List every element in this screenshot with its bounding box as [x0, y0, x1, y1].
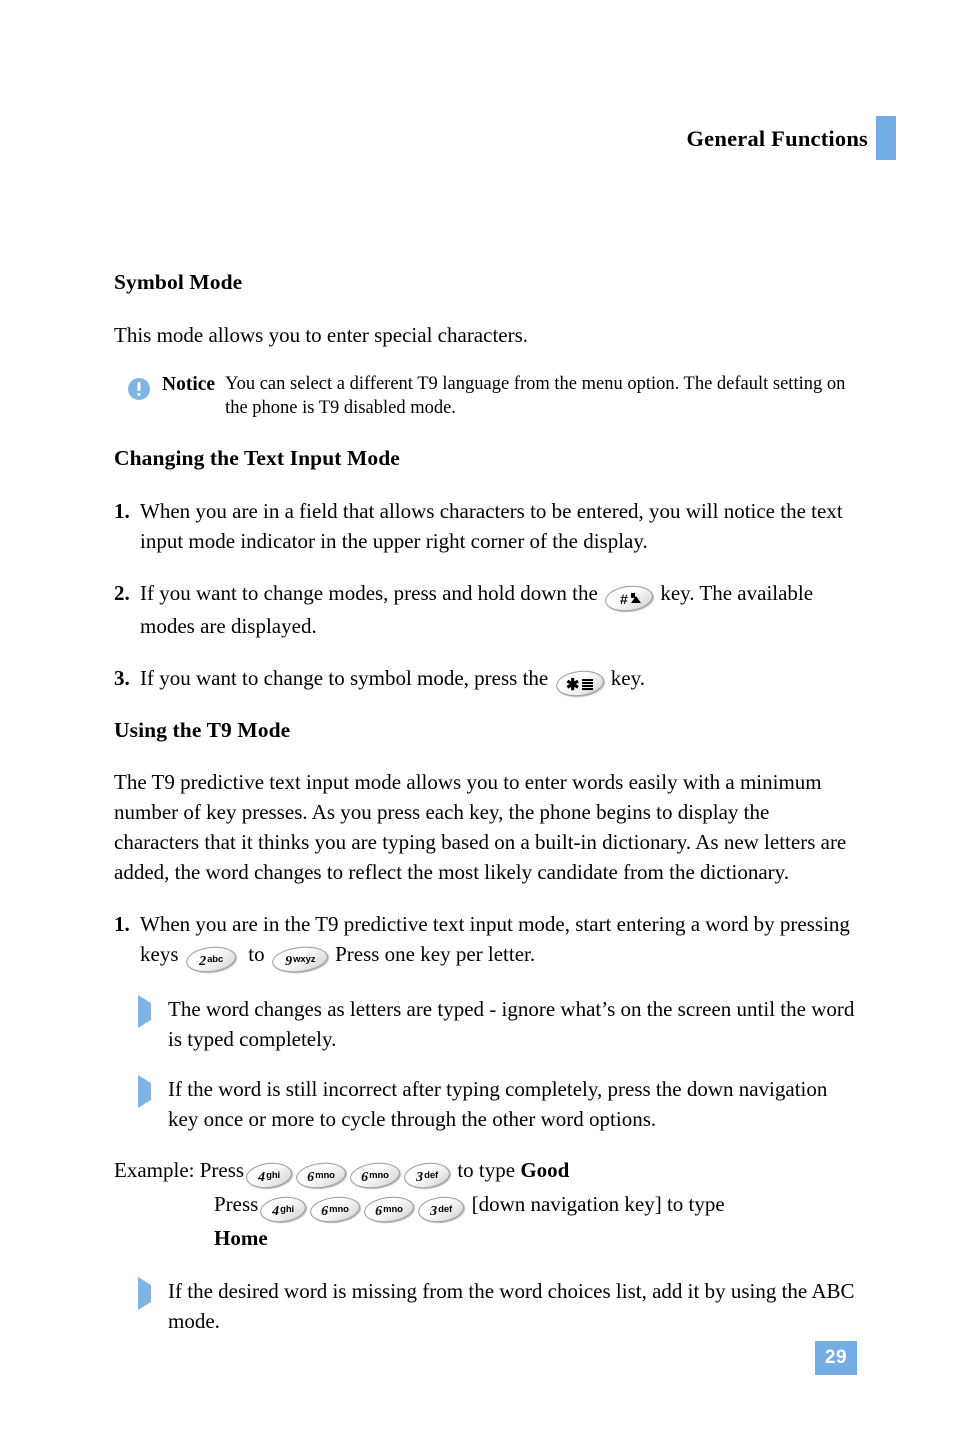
- key-digit: 3: [416, 1170, 424, 1186]
- example-line-2: Press 4ghi 6mno 6mno 3def [down navigation k…: [114, 1188, 856, 1226]
- paragraph-symbol-mode: This mode allows you to enter special ch…: [114, 322, 529, 347]
- key-3def-icon: 3def: [416, 1194, 466, 1226]
- page-number-badge: 29: [815, 1341, 857, 1375]
- list-text: If the word is still incorrect after typ…: [168, 1077, 828, 1132]
- example-label: Example:: [114, 1158, 195, 1183]
- key-digit: 9: [284, 954, 292, 970]
- key-2abc-icon: 2abc: [184, 944, 238, 976]
- list-text-middle: to: [248, 942, 265, 967]
- list-number: 1.: [114, 498, 130, 523]
- key-4ghi-icon: 4ghi: [258, 1194, 308, 1226]
- heading-symbol-mode: Symbol Mode: [114, 270, 243, 294]
- key-letters: abc: [206, 954, 223, 966]
- key-letters: mno: [315, 1170, 336, 1182]
- example-block: Example: Press 4ghi 6mno 6mno 3def to type G…: [114, 1154, 856, 1254]
- notice-label: Notice: [162, 373, 216, 395]
- list-item: The word changes as letters are typed - …: [114, 994, 856, 1054]
- paragraph-t9-mode: The T9 predictive text input mode allows…: [114, 770, 847, 885]
- list-number: 3.: [114, 665, 130, 690]
- example-word-home: Home: [214, 1226, 268, 1251]
- list-number: 2.: [114, 580, 130, 605]
- exclamation-circle-icon: [128, 377, 150, 400]
- key-digit: 2: [198, 954, 206, 970]
- list-item: 1. When you are in the T9 predictive tex…: [114, 909, 856, 976]
- list-text: When you are in the T9 predictive text i…: [140, 909, 856, 976]
- key-6mno-icon: 6mno: [363, 1194, 416, 1226]
- key-digit: 6: [375, 1204, 383, 1220]
- header-accent-bar: [876, 116, 896, 160]
- heading-using-t9-mode: Using the T9 Mode: [114, 717, 291, 742]
- key-letters: def: [438, 1204, 453, 1216]
- key-letters: mno: [369, 1170, 390, 1182]
- triangle-bullet-icon: [138, 1276, 168, 1336]
- list-text: If you want to change to symbol mode, pr…: [140, 663, 856, 699]
- key-digit: 4: [272, 1204, 280, 1220]
- header-title: General Functions: [686, 126, 868, 151]
- example-line-1: Example: Press 4ghi 6mno 6mno 3def to type G…: [114, 1154, 856, 1192]
- list-text-before: If you want to change modes, press and h…: [140, 580, 598, 605]
- list-text: If you want to change modes, press and h…: [140, 578, 856, 641]
- key-6mno-icon: 6mno: [294, 1160, 348, 1192]
- list-item: If the word is still incorrect after typ…: [114, 1074, 856, 1134]
- list-item: If the desired word is missing from the …: [114, 1276, 856, 1336]
- list-item: 3. If you want to change to symbol mode,…: [114, 663, 856, 699]
- example-press-1: Press: [199, 1158, 245, 1183]
- list-text-after: Press one key per letter.: [335, 942, 536, 967]
- list-text-after: key.: [610, 665, 645, 690]
- key-3def-icon: 3def: [402, 1160, 452, 1192]
- key-digit: 4: [258, 1170, 266, 1186]
- triangle-bullet-icon: [138, 1074, 168, 1134]
- example-press-2: Press: [214, 1192, 259, 1217]
- notice-block: Notice You can select a different T9 lan…: [114, 372, 856, 420]
- key-letters: mno: [383, 1204, 404, 1216]
- page-content: Symbol Mode This mode allows you to ente…: [114, 270, 856, 1356]
- key-9wxyz-icon: 9wxyz: [270, 944, 330, 976]
- key-letters: mno: [329, 1204, 350, 1216]
- hash-shift-key-icon: #: [603, 582, 655, 614]
- list-item: 2. If you want to change modes, press an…: [114, 578, 856, 641]
- list-text: If the desired word is missing from the …: [168, 1279, 855, 1334]
- example-tail-1: to type: [457, 1158, 516, 1183]
- list-number: 1.: [114, 912, 130, 937]
- notice-text: You can select a different T9 language f…: [225, 373, 846, 418]
- star-symbol-key-icon: ✱: [554, 667, 605, 699]
- key-4ghi-icon: 4ghi: [244, 1160, 294, 1192]
- key-letters: ghi: [280, 1204, 295, 1216]
- list-text: The word changes as letters are typed - …: [168, 997, 855, 1052]
- list-text-before: If you want to change to symbol mode, pr…: [140, 665, 549, 690]
- key-6mno-icon: 6mno: [309, 1194, 362, 1226]
- key-6mno-icon: 6mno: [348, 1160, 402, 1192]
- key-letters: def: [424, 1170, 439, 1182]
- key-digit: 6: [321, 1204, 329, 1220]
- list-text: When you are in a field that allows char…: [140, 498, 843, 553]
- triangle-bullet-icon: [138, 994, 168, 1054]
- heading-changing-text-input-mode: Changing the Text Input Mode: [114, 445, 400, 470]
- key-digit: 6: [361, 1170, 369, 1186]
- key-letters: ghi: [266, 1170, 281, 1182]
- key-letters: wxyz: [292, 954, 316, 966]
- running-header: General Functions: [686, 116, 896, 160]
- example-word-good: Good: [520, 1158, 570, 1183]
- example-line-3: Home: [114, 1222, 856, 1254]
- list-item: 1. When you are in a field that allows c…: [114, 496, 856, 556]
- example-tail-2: [down navigation key] to type: [471, 1192, 725, 1217]
- key-digit: 3: [430, 1204, 438, 1220]
- document-page: General Functions Symbol Mode This mode …: [0, 0, 954, 1433]
- key-digit: 6: [307, 1170, 315, 1186]
